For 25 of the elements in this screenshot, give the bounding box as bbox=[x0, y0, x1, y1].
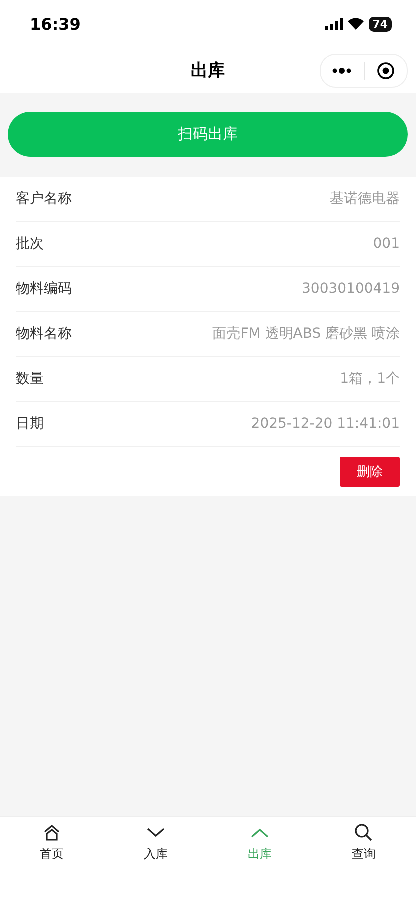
field-value: 面壳FM 透明ABS 磨砂黑 喷涂 bbox=[212, 325, 400, 343]
field-value: 2025-12-20 11:41:01 bbox=[251, 416, 400, 432]
field-value: 30030100419 bbox=[302, 281, 400, 297]
search-icon bbox=[354, 823, 374, 843]
wifi-icon bbox=[348, 18, 364, 30]
home-icon bbox=[42, 823, 62, 843]
tab-item[interactable]: 查询 bbox=[312, 823, 416, 863]
status-time: 16:39 bbox=[30, 14, 81, 34]
signal-icon bbox=[324, 18, 343, 30]
battery-level: 74 bbox=[368, 16, 392, 32]
field-label: 物料编码 bbox=[16, 280, 72, 298]
field-label: 物料名称 bbox=[16, 325, 72, 343]
tab-item[interactable]: 入库 bbox=[104, 823, 208, 863]
field-label: 数量 bbox=[16, 370, 44, 388]
field-label: 客户名称 bbox=[16, 190, 72, 208]
field-value: 基诺德电器 bbox=[330, 190, 400, 208]
field-label: 日期 bbox=[16, 415, 44, 433]
field-label: 批次 bbox=[16, 235, 44, 253]
delete-button[interactable]: 删除 bbox=[340, 457, 400, 487]
field-value: 1箱，1个 bbox=[340, 370, 400, 388]
tab-item[interactable]: 首页 bbox=[0, 823, 104, 863]
target-icon bbox=[376, 62, 395, 80]
field-value: 001 bbox=[373, 236, 400, 252]
page-title: 出库 bbox=[191, 60, 225, 82]
more-icon bbox=[332, 68, 352, 74]
